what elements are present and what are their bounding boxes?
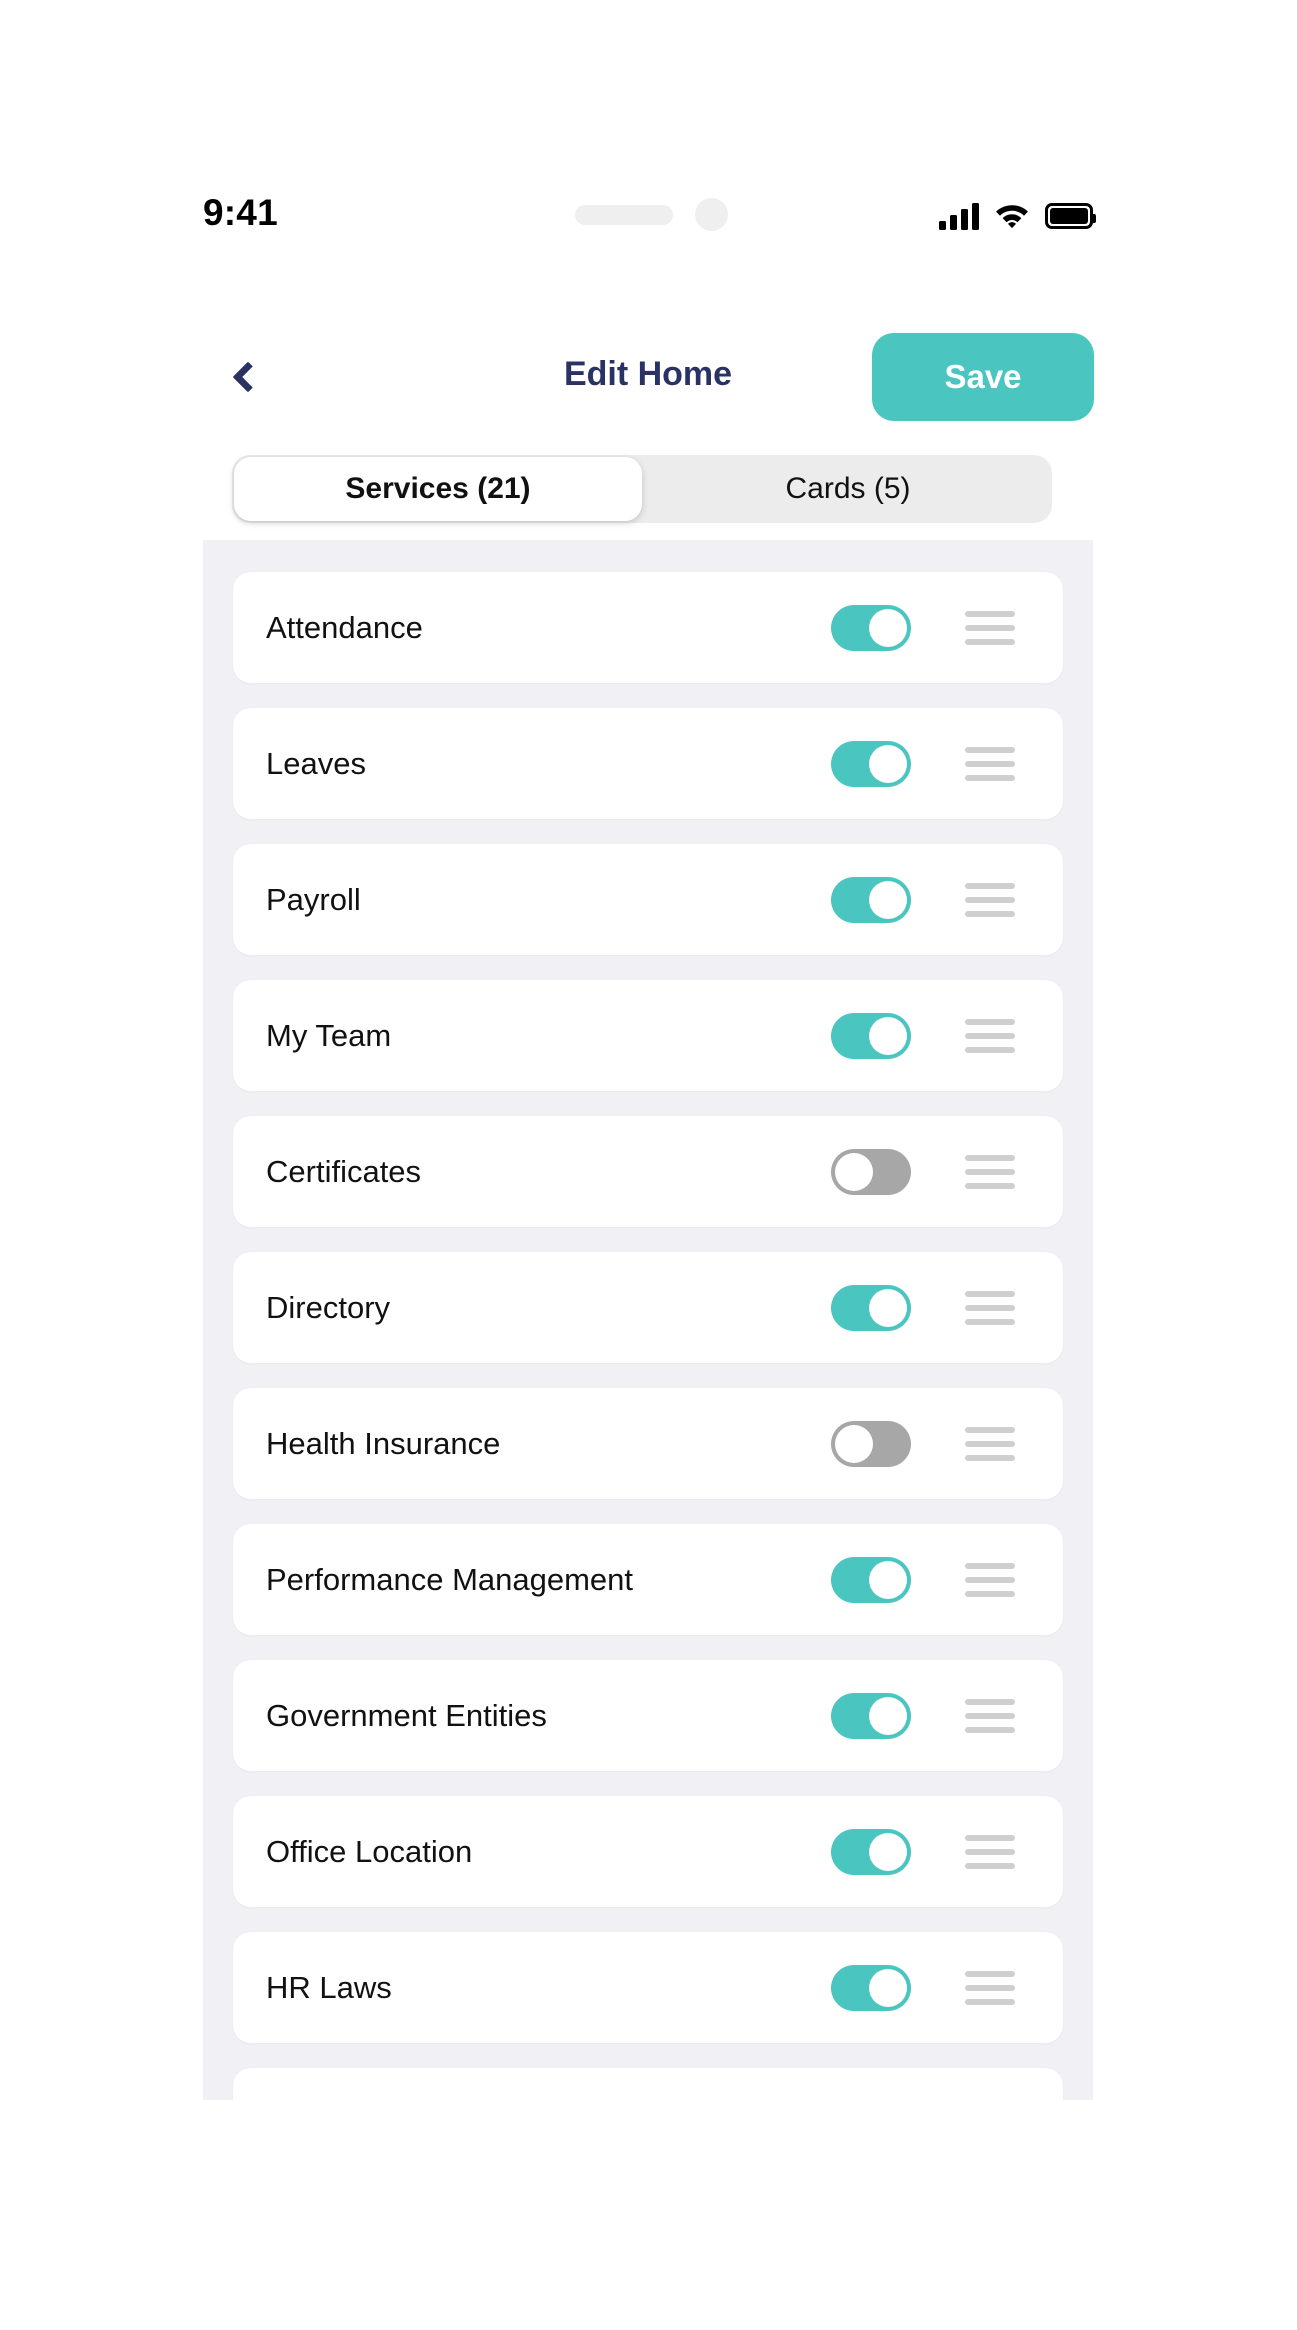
toggle-knob [869,1288,907,1327]
service-row[interactable]: Leaves [233,708,1063,819]
phone-screen: 9:41 Edit Home Save Services (21) Cards … [0,0,1297,2330]
toggle-knob [869,1832,907,1871]
segmented-tabs: Services (21) Cards (5) [232,455,1052,523]
drag-handle-icon[interactable] [965,1290,1015,1325]
service-row-label: Certificates [266,1153,422,1189]
service-row[interactable]: Health Insurance [233,1388,1063,1499]
service-row-label: My Team [266,1017,392,1053]
service-row[interactable]: Certificates [233,1116,1063,1227]
drag-handle-icon[interactable] [965,1562,1015,1597]
service-row-label: Leaves [266,745,366,781]
wifi-icon [995,202,1029,229]
toggle-knob [869,744,907,783]
speaker-grille [575,204,673,225]
service-row-label: Health Insurance [266,1425,501,1461]
service-toggle[interactable] [831,1284,911,1331]
front-camera [695,198,728,231]
status-icon-group [939,194,1096,230]
services-list: Attendance Leaves Payroll My Team Certificat… [203,540,1093,2100]
status-bar: 9:41 [203,178,1096,250]
toggle-knob [835,1152,873,1191]
drag-handle-icon[interactable] [965,1698,1015,1733]
service-toggle[interactable] [831,1420,911,1467]
service-row[interactable]: HR Laws [233,1932,1063,2043]
drag-handle-icon[interactable] [965,882,1015,917]
service-row-label: HR Laws [266,1969,392,2005]
service-row-label: Government Entities [266,1697,547,1733]
toggle-knob [869,1560,907,1599]
services-list-panel[interactable]: Attendance Leaves Payroll My Team Certificat… [203,540,1093,2100]
toggle-knob [869,880,907,919]
toggle-knob [835,1424,873,1463]
service-row[interactable]: Directory [233,1252,1063,1363]
navigation-header: Edit Home Save [203,333,1094,425]
service-toggle[interactable] [831,1012,911,1059]
service-row[interactable] [233,2068,1063,2100]
service-row[interactable]: My Team [233,980,1063,1091]
drag-handle-icon[interactable] [965,1970,1015,2005]
service-toggle[interactable] [831,604,911,651]
drag-handle-icon[interactable] [965,1154,1015,1189]
service-toggle[interactable] [831,1828,911,1875]
service-row-label: Performance Management [266,1561,634,1597]
battery-icon [1045,203,1096,229]
service-row[interactable]: Attendance [233,572,1063,683]
service-toggle[interactable] [831,876,911,923]
drag-handle-icon[interactable] [965,1834,1015,1869]
toggle-knob [869,608,907,647]
drag-handle-icon[interactable] [965,1018,1015,1053]
cellular-signal-icon [939,202,979,230]
service-row-label: Attendance [266,609,423,645]
service-toggle[interactable] [831,1692,911,1739]
save-button[interactable]: Save [872,333,1094,421]
service-row[interactable]: Performance Management [233,1524,1063,1635]
service-row[interactable]: Government Entities [233,1660,1063,1771]
service-toggle[interactable] [831,1556,911,1603]
drag-handle-icon[interactable] [965,746,1015,781]
service-row-label: Directory [266,1289,391,1325]
toggle-knob [869,1968,907,2007]
toggle-knob [869,1696,907,1735]
tab-cards[interactable]: Cards (5) [644,455,1052,523]
service-row[interactable]: Office Location [233,1796,1063,1907]
drag-handle-icon[interactable] [965,610,1015,645]
service-row-label: Office Location [266,1833,473,1869]
dynamic-island [575,198,728,231]
service-row-label: Payroll [266,881,361,917]
tab-services[interactable]: Services (21) [234,457,642,521]
toggle-knob [869,1016,907,1055]
service-toggle[interactable] [831,1148,911,1195]
service-toggle[interactable] [831,740,911,787]
service-row[interactable]: Payroll [233,844,1063,955]
drag-handle-icon[interactable] [965,1426,1015,1461]
status-time: 9:41 [203,192,278,233]
service-toggle[interactable] [831,1964,911,2011]
